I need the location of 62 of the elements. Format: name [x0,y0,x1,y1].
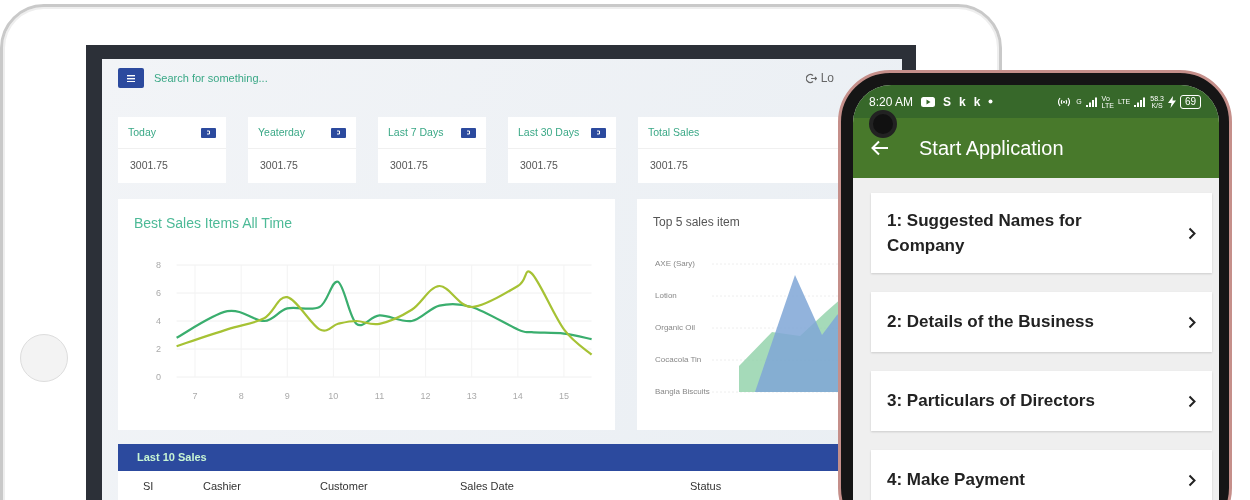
category-label: Bangla Biscuits [655,387,710,397]
video-app-icon [921,96,936,107]
stat-label: Today [128,124,157,140]
x-axis-label: 12 [420,391,431,401]
x-axis-label: 8 [238,391,244,401]
app-bar-title: Start Application [919,136,1064,161]
notification-icon: S [943,92,952,111]
y-axis-label: 2 [156,344,161,354]
stat-label: Last 30 Days [518,124,580,140]
logout-link[interactable]: Lo [820,69,834,87]
column-header: SI [143,479,154,492]
x-axis-label: 11 [374,391,385,401]
notification-icon: k [973,92,981,111]
stat-label: Last 7 Days [388,124,444,140]
chevron-right-icon [1188,226,1196,240]
y-axis-label: 8 [156,260,161,270]
lightning-icon [1167,95,1176,108]
dot-icon [988,99,994,104]
column-header: Customer [320,479,368,492]
back-arrow-icon [871,140,889,156]
y-axis-label: 6 [156,288,161,298]
x-axis-label: 7 [192,391,198,401]
stat-value: 3001.75 [649,158,689,173]
notification-icon: k [959,92,966,111]
x-axis-label: 13 [466,391,477,401]
stat-value: 3001.75 [519,158,559,173]
column-header: Sales Date [460,479,514,492]
chart-title: Best Sales Items All Time [133,214,293,233]
menu-icon [127,74,135,82]
x-axis-label: 14 [512,391,523,401]
category-label: AXE (Sary) [655,259,695,269]
x-axis-label: 10 [328,391,339,401]
back-button[interactable] [871,140,889,156]
signal-icon [1134,96,1147,107]
stat-value: 3001.75 [389,158,429,173]
category-label: Organic Oil [655,323,695,333]
stat-label: Total Sales [648,124,700,140]
step-list-item[interactable]: 4: Make Payment [871,450,1212,500]
step-list-item[interactable]: 2: Details of the Business [871,292,1212,352]
hotspot-icon [1056,96,1073,107]
category-label: Cocacola Tin [655,355,702,365]
x-axis-label: 15 [558,391,569,401]
stat-value: 3001.75 [259,158,299,173]
stat-value: 3001.75 [129,158,169,173]
y-axis-label: 0 [156,372,161,382]
battery-level: 69 [1179,94,1201,109]
chevron-right-icon [1188,315,1196,329]
x-axis-label: 9 [284,391,290,401]
chevron-right-icon [1188,473,1196,487]
column-header: Cashier [203,479,241,492]
y-axis-label: 4 [156,316,161,326]
chevron-right-icon [1188,394,1196,408]
menu-button[interactable] [118,68,144,88]
category-label: Lotion [655,291,677,301]
column-header: Status [690,479,722,492]
logout-icon [805,72,817,84]
step-list-item[interactable]: 1: Suggested Names for Company [871,193,1212,273]
signal-icon [1085,96,1098,107]
step-list-item[interactable]: 3: Particulars of Directors [871,371,1212,431]
status-time: 8:20 AM [869,93,914,111]
chart-title: Top 5 sales item [653,215,740,230]
stat-label: Yeaterday [258,124,305,140]
